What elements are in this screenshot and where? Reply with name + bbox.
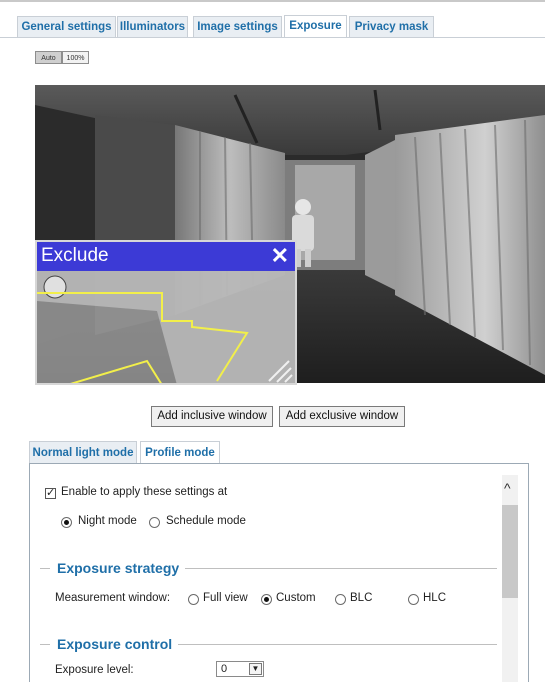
exclude-window-title: Exclude: [41, 245, 109, 266]
hlc-radio[interactable]: [408, 594, 419, 605]
schedule-mode-radio[interactable]: [149, 517, 160, 528]
exclude-window-area: [37, 271, 295, 383]
tab-divider: [0, 37, 545, 38]
measurement-window-label: Measurement window:: [55, 592, 171, 604]
section-divider: [185, 568, 497, 569]
tab-image-settings[interactable]: Image settings: [193, 16, 282, 37]
enable-settings-checkbox[interactable]: [45, 486, 56, 499]
exposure-level-label: Exposure level:: [55, 664, 134, 676]
scroll-up-icon[interactable]: ^: [504, 481, 511, 495]
tab-exposure[interactable]: Exposure: [284, 15, 347, 38]
night-mode-radio[interactable]: [61, 517, 72, 528]
add-exclusive-window-button[interactable]: Add exclusive window: [279, 406, 405, 427]
tab-normal-light-mode[interactable]: Normal light mode: [29, 441, 137, 463]
settings-scrollbar[interactable]: ^: [502, 475, 518, 682]
add-inclusive-window-button[interactable]: Add inclusive window: [151, 406, 273, 427]
zoom-auto-label: Auto: [41, 55, 56, 62]
tab-general-settings[interactable]: General settings: [17, 16, 116, 37]
full-view-radio[interactable]: [188, 594, 199, 605]
custom-radio[interactable]: [261, 594, 272, 605]
custom-label: Custom: [276, 592, 316, 604]
zoom-100-label: 100%: [66, 55, 85, 62]
zoom-auto-button[interactable]: Auto: [35, 51, 62, 64]
section-divider: [178, 644, 497, 645]
scrollbar-thumb[interactable]: [502, 505, 518, 598]
chevron-down-icon[interactable]: ▼: [249, 663, 262, 675]
exclude-window[interactable]: Exclude ✕: [35, 240, 297, 385]
zoom-100-button[interactable]: 100%: [62, 51, 89, 64]
schedule-mode-label: Schedule mode: [166, 515, 246, 527]
top-tab-bar: General settings Illuminators Image sett…: [0, 0, 545, 38]
exposure-strategy-title: Exposure strategy: [57, 560, 180, 576]
full-view-label: Full view: [203, 592, 248, 604]
exposure-control-title: Exposure control: [57, 636, 173, 652]
tab-profile-mode[interactable]: Profile mode: [140, 441, 220, 463]
night-mode-label: Night mode: [78, 515, 137, 527]
blc-label: BLC: [350, 592, 373, 604]
tab-illuminators[interactable]: Illuminators: [117, 16, 188, 37]
exposure-level-value: 0: [221, 663, 228, 675]
enable-settings-label: Enable to apply these settings at: [61, 486, 228, 498]
exclude-window-titlebar[interactable]: Exclude ✕: [37, 242, 295, 271]
tab-privacy-mask[interactable]: Privacy mask: [349, 16, 434, 37]
section-divider: [40, 568, 50, 569]
section-divider: [40, 644, 50, 645]
close-icon[interactable]: ✕: [271, 244, 289, 268]
exposure-level-select[interactable]: 0 ▼: [216, 661, 264, 677]
hlc-label: HLC: [423, 592, 447, 604]
blc-radio[interactable]: [335, 594, 346, 605]
